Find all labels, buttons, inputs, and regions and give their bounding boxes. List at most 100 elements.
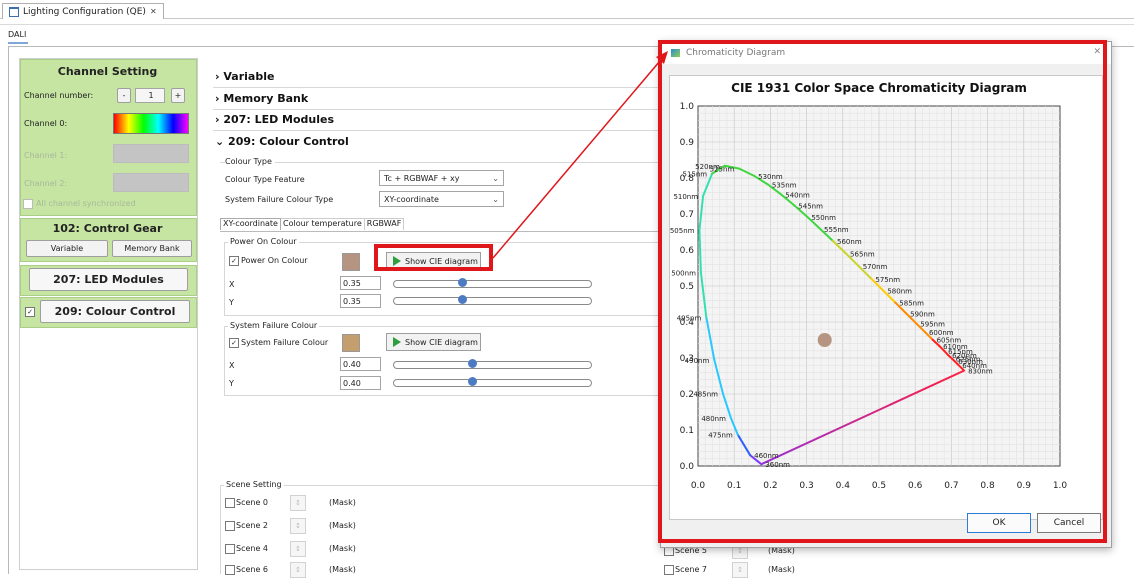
scene-2-checkbox[interactable] <box>225 521 235 531</box>
tab-colour-temperature[interactable]: Colour temperature <box>280 218 365 230</box>
wavelength-label: 555nm <box>824 226 849 234</box>
y-tick-label: 0.2 <box>680 390 694 400</box>
x-tick-label: 0.0 <box>691 481 706 491</box>
show-cie-diagram-button[interactable]: Show CIE diagram <box>386 252 481 270</box>
channel-minus-button[interactable]: - <box>117 88 131 103</box>
window-icon <box>9 6 19 17</box>
system-failure-type-value: XY-coordinate <box>384 195 439 204</box>
colour-type-feature-select[interactable]: Tc + RGBWAF + xy ⌄ <box>379 170 504 186</box>
scene-6-checkbox[interactable] <box>225 565 235 575</box>
channel0-colour-bar[interactable] <box>113 113 189 134</box>
wavelength-label: 505nm <box>670 227 695 235</box>
tab-dali-underline <box>8 42 28 44</box>
divider <box>220 231 660 232</box>
power-on-colour-swatch[interactable] <box>342 253 360 271</box>
wavelength-label: 490nm <box>685 357 710 365</box>
channel0-label: Channel 0: <box>24 119 68 128</box>
section-variable[interactable]: › Variable <box>215 70 274 83</box>
colour-control-button[interactable]: 209: Colour Control <box>40 300 190 323</box>
wavelength-label: 585nm <box>899 300 924 308</box>
editor-tab-label: Lighting Configuration (QE) <box>23 6 146 17</box>
memory-bank-button[interactable]: Memory Bank <box>112 240 192 257</box>
show-cie-diagram-button-2[interactable]: Show CIE diagram <box>386 333 481 351</box>
dialog-title: Chromaticity Diagram <box>686 48 786 58</box>
wavelength-label: 530nm <box>758 173 783 181</box>
app-icon <box>671 49 680 57</box>
scene-0-label: Scene 0 <box>236 498 269 507</box>
wavelength-label: 540nm <box>785 192 810 200</box>
chevron-down-icon: ⌄ <box>492 174 499 183</box>
section-led-modules[interactable]: › 207: LED Modules <box>215 113 334 126</box>
y-label: Y <box>229 379 234 388</box>
section-led-modules-label: 207: LED Modules <box>223 113 335 126</box>
y-tick-label: 0.5 <box>680 282 694 292</box>
system-failure-x-slider-knob[interactable] <box>467 359 477 368</box>
system-failure-y-slider-knob[interactable] <box>467 377 477 386</box>
wavelength-label: 595nm <box>920 320 945 328</box>
wavelength-label: 565nm <box>850 251 875 259</box>
power-on-x-slider-knob[interactable] <box>457 278 467 287</box>
divider <box>213 87 663 88</box>
wavelength-label: 525nm <box>710 166 735 174</box>
wavelength-label: 560nm <box>837 238 862 246</box>
channel-number-field[interactable]: 1 <box>135 88 165 103</box>
y-tick-label: 0.9 <box>680 138 695 148</box>
colour-type-feature-value: Tc + RGBWAF + xy <box>384 174 460 183</box>
wavelength-label: 360nm <box>765 461 790 469</box>
all-channel-sync-checkbox[interactable] <box>23 199 33 209</box>
section-variable-label: Variable <box>223 70 275 83</box>
scene-4-colour-button[interactable]: ↕ <box>290 541 306 557</box>
ok-button[interactable]: OK <box>967 513 1031 533</box>
power-on-checkbox[interactable]: ✓ <box>229 256 239 266</box>
colour-type-feature-label: Colour Type Feature <box>225 175 305 184</box>
close-icon[interactable]: ✕ <box>1093 47 1101 57</box>
wavelength-label: 570nm <box>863 263 888 271</box>
wavelength-label: 500nm <box>671 269 696 277</box>
scene-2-label: Scene 2 <box>236 521 269 530</box>
y-tick-label: 0.0 <box>680 462 695 472</box>
system-failure-y-slider[interactable] <box>393 379 592 387</box>
power-on-y-input[interactable]: 0.35 <box>340 294 381 308</box>
cancel-button[interactable]: Cancel <box>1037 513 1101 533</box>
scene-0-colour-button[interactable]: ↕ <box>290 495 306 511</box>
wavelength-label: 575nm <box>875 276 900 284</box>
power-on-x-slider[interactable] <box>393 280 592 288</box>
scene-setting-title: Scene Setting <box>224 480 284 489</box>
section-memory-bank[interactable]: › Memory Bank <box>215 92 308 105</box>
tab-dali[interactable]: DALI <box>8 30 26 39</box>
channel-plus-button[interactable]: + <box>171 88 185 103</box>
scene-2-colour-button[interactable]: ↕ <box>290 518 306 534</box>
scene-4-label: Scene 4 <box>236 544 269 553</box>
scene-6-colour-button[interactable]: ↕ <box>290 562 306 578</box>
scene-4-checkbox[interactable] <box>225 544 235 554</box>
power-on-group-title: Power On Colour <box>228 237 299 246</box>
scene-7-colour-button[interactable]: ↕ <box>732 562 748 578</box>
system-failure-x-slider[interactable] <box>393 361 592 369</box>
system-failure-checkbox[interactable]: ✓ <box>229 338 239 348</box>
cie-diagram-icon <box>393 337 401 347</box>
x-tick-label: 1.0 <box>1053 481 1068 491</box>
colour-control-checkbox[interactable]: ✓ <box>25 307 35 317</box>
divider <box>213 130 663 131</box>
system-failure-type-select[interactable]: XY-coordinate ⌄ <box>379 191 504 207</box>
section-colour-control[interactable]: ⌄ 209: Colour Control <box>215 135 349 148</box>
scene-0-checkbox[interactable] <box>225 498 235 508</box>
power-on-y-slider-knob[interactable] <box>457 295 467 304</box>
variable-button[interactable]: Variable <box>26 240 108 257</box>
close-icon[interactable]: ✕ <box>150 7 157 16</box>
x-label: X <box>229 361 235 370</box>
tab-rgbwaf[interactable]: RGBWAF <box>364 218 405 230</box>
editor-tab[interactable]: Lighting Configuration (QE) ✕ <box>2 3 164 19</box>
wavelength-label: 480nm <box>701 415 726 423</box>
power-on-x-input[interactable]: 0.35 <box>340 276 381 290</box>
x-label: X <box>229 280 235 289</box>
scene-7-checkbox[interactable] <box>664 565 674 575</box>
chevron-down-icon: ⌄ <box>492 195 499 204</box>
system-failure-x-input[interactable]: 0.40 <box>340 357 381 371</box>
cie-diagram-icon <box>393 256 401 266</box>
system-failure-y-input[interactable]: 0.40 <box>340 376 381 390</box>
led-modules-button[interactable]: 207: LED Modules <box>29 268 188 291</box>
tab-xy-coordinate[interactable]: XY-coordinate <box>220 218 281 230</box>
power-on-y-slider[interactable] <box>393 297 592 305</box>
system-failure-colour-swatch[interactable] <box>342 334 360 352</box>
